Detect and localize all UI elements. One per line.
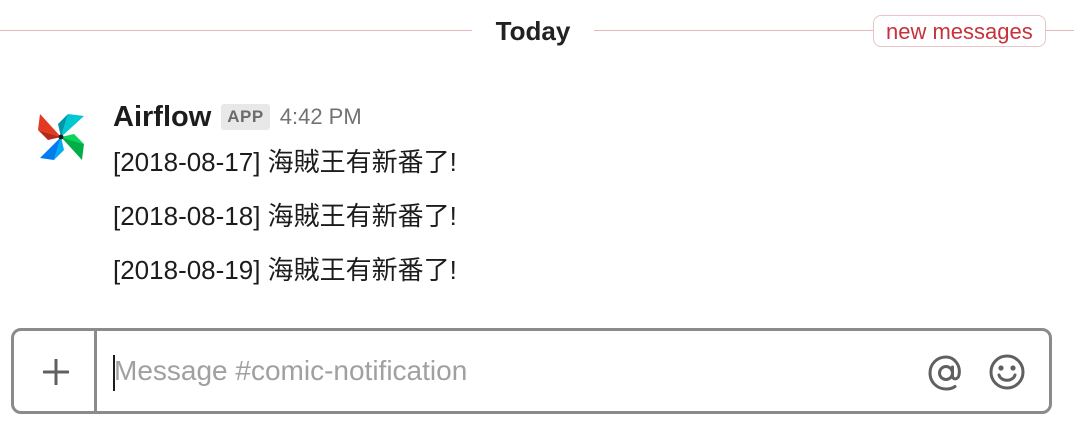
day-divider-label: Today bbox=[495, 16, 571, 46]
at-sign-icon bbox=[928, 355, 961, 391]
mention-button[interactable] bbox=[926, 353, 966, 393]
emoji-button[interactable] bbox=[987, 352, 1027, 392]
plus-icon bbox=[43, 359, 69, 385]
app-badge: APP bbox=[221, 104, 270, 130]
message-composer bbox=[11, 328, 1052, 414]
message-line: [2018-08-18] 海賊王有新番了! bbox=[113, 201, 457, 231]
airflow-pinwheel-icon[interactable] bbox=[34, 110, 88, 164]
sender-name[interactable]: Airflow bbox=[113, 98, 211, 136]
message-line: [2018-08-17] 海賊王有新番了! bbox=[113, 147, 457, 177]
message-body: [2018-08-17] 海賊王有新番了! [2018-08-18] 海賊王有新… bbox=[113, 144, 1013, 306]
day-divider: Today new messages bbox=[0, 0, 1074, 62]
message-line: [2018-08-19] 海賊王有新番了! bbox=[113, 255, 457, 285]
text-caret bbox=[113, 355, 115, 391]
add-attachment-button[interactable] bbox=[14, 331, 97, 411]
smiley-icon bbox=[989, 354, 1025, 390]
divider-rule-left bbox=[0, 30, 472, 31]
message-timestamp[interactable]: 4:42 PM bbox=[280, 98, 362, 136]
message-input[interactable] bbox=[110, 346, 914, 396]
message-group: Airflow APP 4:42 PM [2018-08-17] 海賊王有新番了… bbox=[0, 96, 1074, 296]
slack-channel-view: Today new messages Airflow APP 4:42 PM [… bbox=[0, 0, 1074, 434]
new-messages-badge[interactable]: new messages bbox=[873, 15, 1046, 47]
avatar-image bbox=[38, 114, 84, 160]
message-header: Airflow APP 4:42 PM bbox=[113, 98, 362, 136]
